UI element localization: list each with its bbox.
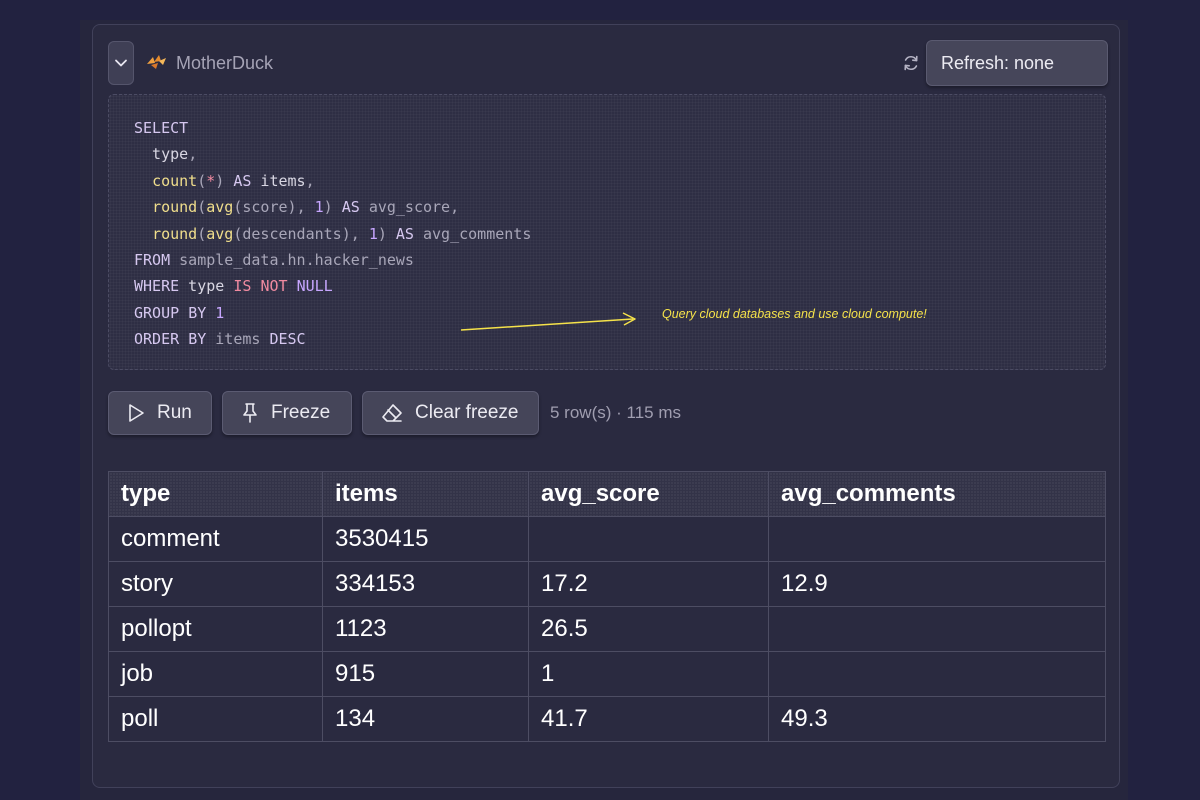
table-cell: 49.3 xyxy=(768,696,1106,742)
code-line: FROM sample_data.hn.hacker_news xyxy=(134,251,414,270)
table-cell xyxy=(528,516,769,562)
clear-freeze-button-label: Clear freeze xyxy=(415,402,519,423)
column-header[interactable]: items xyxy=(322,471,529,517)
annotation-text: Query cloud databases and use cloud comp… xyxy=(662,307,927,321)
table-cell: 12.9 xyxy=(768,561,1106,607)
eraser-icon xyxy=(382,404,402,422)
table-cell xyxy=(768,606,1106,652)
table-row: job 915 1 xyxy=(108,651,1106,697)
table-cell xyxy=(768,516,1106,562)
run-button[interactable]: Run xyxy=(108,391,212,435)
run-button-label: Run xyxy=(157,402,192,423)
table-cell: 1123 xyxy=(322,606,529,652)
refresh-select[interactable]: Refresh: none xyxy=(926,40,1108,86)
code-line: round(avg(score), 1) AS avg_score, xyxy=(152,198,460,217)
query-cell: MotherDuck Refresh: none SELECT type, co… xyxy=(92,24,1120,788)
code-line: type, xyxy=(134,145,198,164)
code-line: ORDER BY items DESC xyxy=(134,330,306,349)
table-cell: 334153 xyxy=(322,561,529,607)
table-cell: 17.2 xyxy=(528,561,769,607)
table-cell: pollopt xyxy=(108,606,323,652)
table-row: pollopt 1123 26.5 xyxy=(108,606,1106,652)
play-icon xyxy=(129,404,144,422)
annotation-arrow-icon xyxy=(460,312,636,331)
table-cell: 1 xyxy=(528,651,769,697)
results-table: type items avg_score avg_comments commen… xyxy=(108,471,1106,742)
sql-editor[interactable]: SELECT type, count(*) AS items, round(av… xyxy=(108,94,1106,370)
table-cell: poll xyxy=(108,696,323,742)
pin-icon xyxy=(243,403,257,423)
freeze-button[interactable]: Freeze xyxy=(222,391,352,435)
code-line: count(*) AS items, xyxy=(152,171,315,190)
refresh-icon[interactable] xyxy=(901,53,921,73)
table-cell: 3530415 xyxy=(322,516,529,562)
code-line: SELECT xyxy=(134,119,189,137)
code-line: WHERE type IS NOT NULL xyxy=(134,277,333,296)
code-line: round(avg(descendants), 1) AS avg_commen… xyxy=(152,224,532,243)
table-row: comment 3530415 xyxy=(108,516,1106,562)
motherduck-logo-icon xyxy=(147,55,166,69)
table-cell: 134 xyxy=(322,696,529,742)
table-header-row: type items avg_score avg_comments xyxy=(108,471,1106,517)
database-name: MotherDuck xyxy=(176,53,274,73)
table-cell: comment xyxy=(108,516,323,562)
column-header[interactable]: avg_comments xyxy=(768,471,1106,517)
freeze-button-label: Freeze xyxy=(271,402,331,423)
table-cell: 26.5 xyxy=(528,606,769,652)
code-line: GROUP BY 1 xyxy=(134,303,225,322)
table-row: story 334153 17.2 12.9 xyxy=(108,561,1106,607)
table-cell: 41.7 xyxy=(528,696,769,742)
column-header[interactable]: type xyxy=(108,471,323,517)
column-header[interactable]: avg_score xyxy=(528,471,769,517)
table-cell xyxy=(768,651,1106,697)
table-cell: job xyxy=(108,651,323,697)
collapse-button[interactable] xyxy=(108,41,134,85)
table-cell: story xyxy=(108,561,323,607)
table-cell: 915 xyxy=(322,651,529,697)
clear-freeze-button[interactable]: Clear freeze xyxy=(362,391,539,435)
query-status: 5 row(s) · 115 ms xyxy=(550,403,681,422)
table-row: poll 134 41.7 49.3 xyxy=(108,696,1106,742)
chevron-down-icon xyxy=(115,59,127,67)
